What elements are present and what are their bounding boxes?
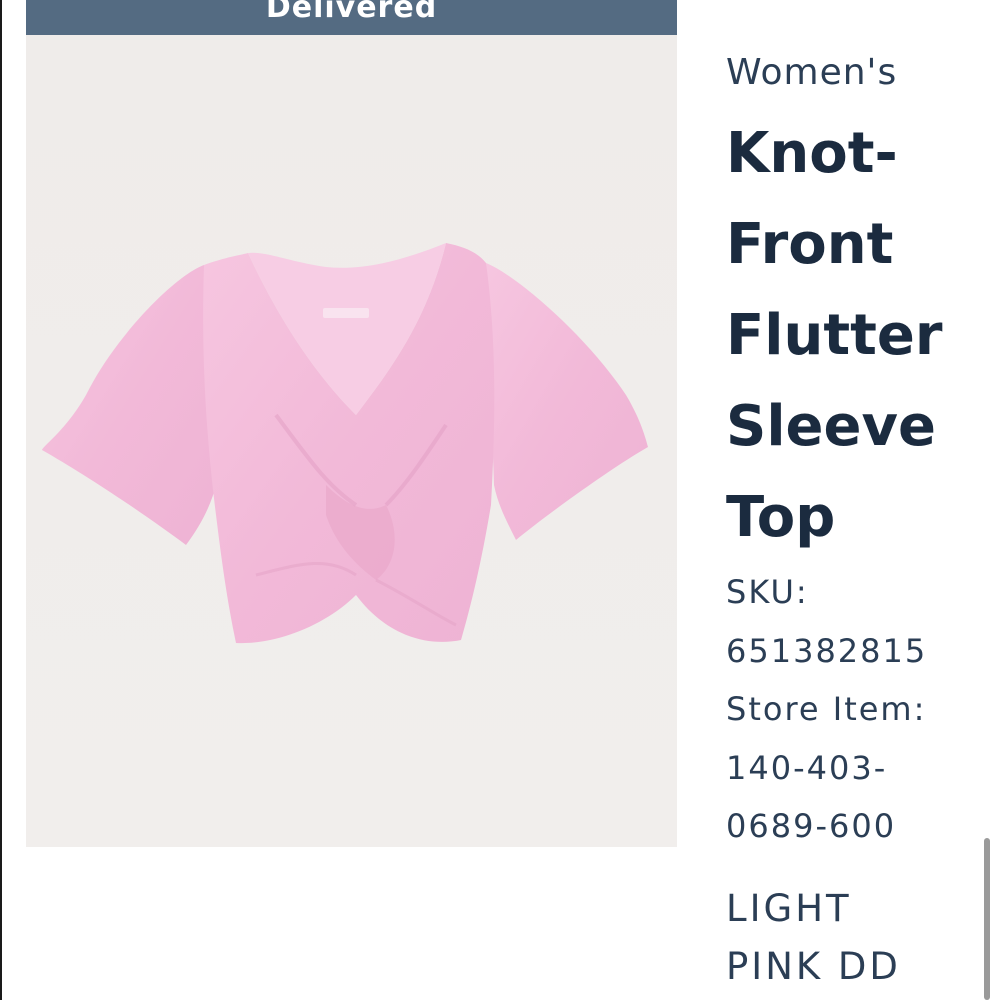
color-line: LIGHT xyxy=(726,886,852,930)
status-banner: Delivered xyxy=(26,0,677,35)
product-gender: Women's xyxy=(726,52,898,93)
scrollbar[interactable] xyxy=(984,838,990,1000)
title-line: Front xyxy=(726,212,894,277)
product-title[interactable]: Knot- Front Flutter Sleeve Top xyxy=(726,108,996,563)
store-item-value: 0689-600 xyxy=(726,807,897,845)
store-item-value: 140-403- xyxy=(726,748,888,787)
pink-top-illustration xyxy=(26,35,677,847)
product-color: LIGHT PINK DD xyxy=(726,880,986,996)
product-image[interactable] xyxy=(26,35,677,847)
title-line: Knot- xyxy=(726,121,898,186)
title-line: Flutter xyxy=(726,303,943,368)
store-item-label: Store Item: xyxy=(726,690,927,728)
title-line: Sleeve xyxy=(726,394,936,459)
sku-value: 651382815 xyxy=(726,631,928,670)
sku-label: SKU: xyxy=(726,573,809,611)
color-line: PINK DD xyxy=(726,944,901,988)
product-meta: SKU: 651382815 Store Item: 140-403- 0689… xyxy=(726,563,986,856)
product-info: Women's Knot- Front Flutter Sleeve Top S… xyxy=(726,48,986,996)
title-line: Top xyxy=(726,485,836,550)
window-edge xyxy=(0,0,2,1000)
status-label: Delivered xyxy=(265,0,438,25)
